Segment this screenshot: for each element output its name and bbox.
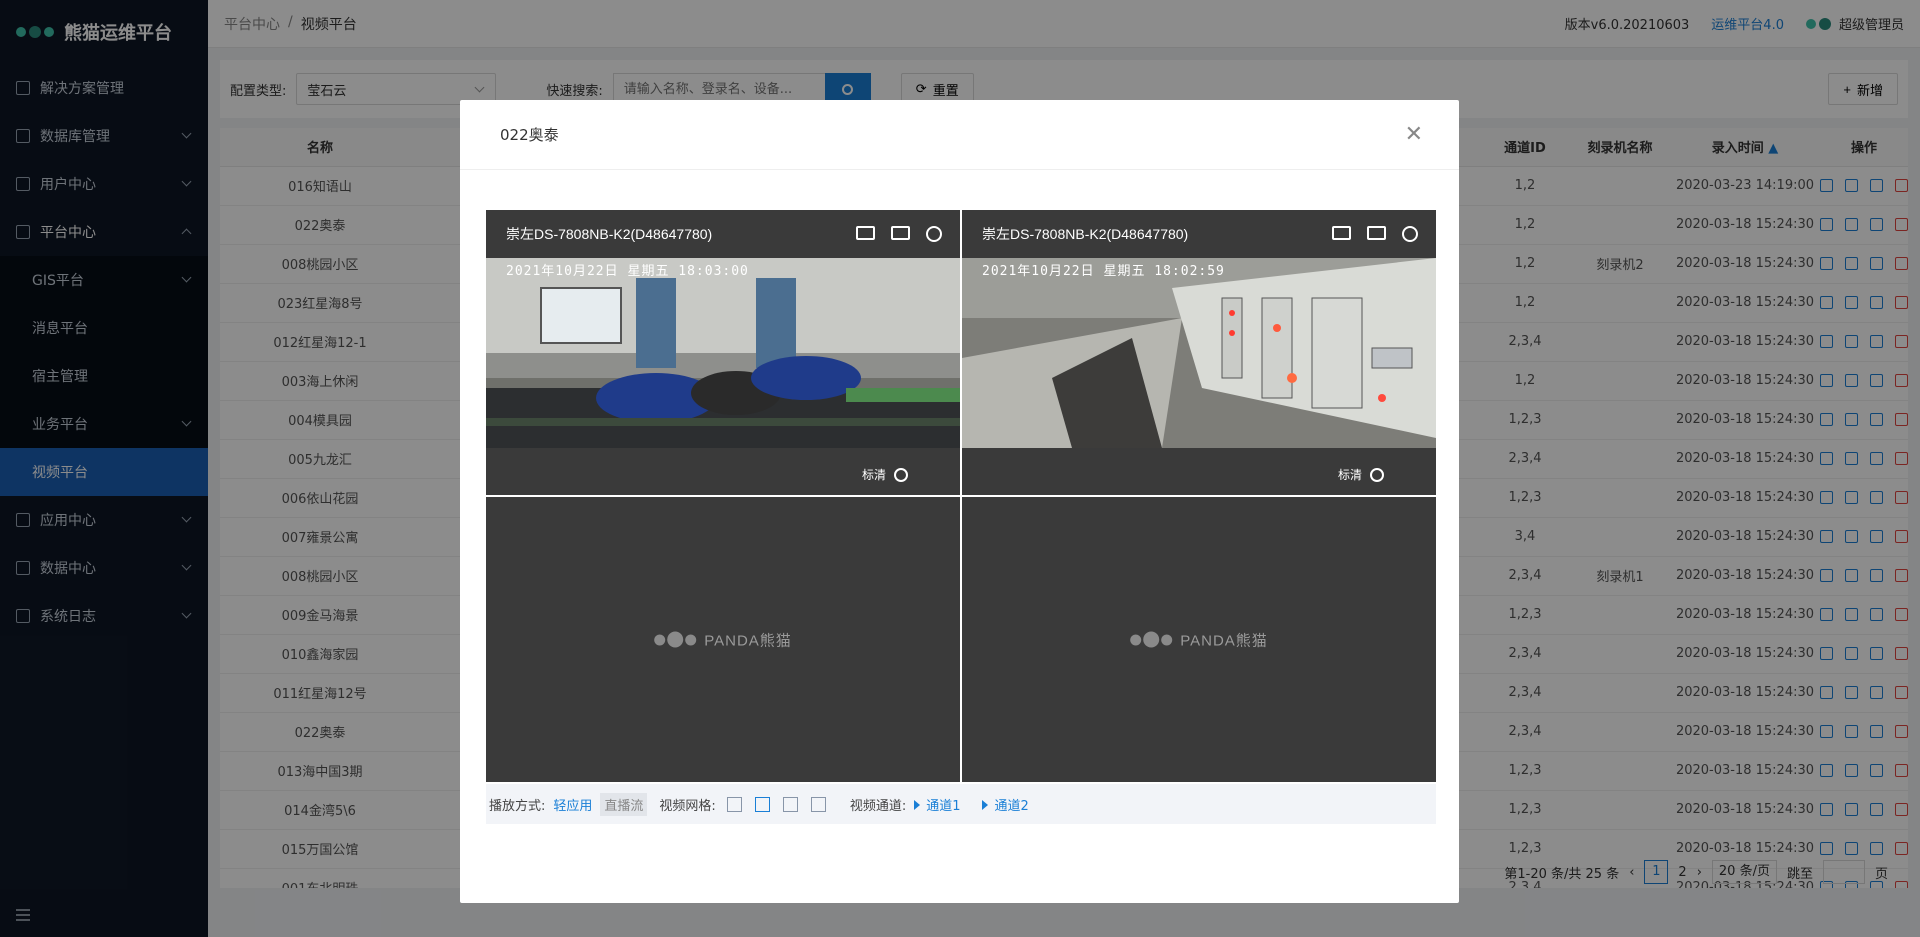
- camera-name: 崇左DS-7808NB-K2(D48647780): [982, 226, 1189, 242]
- play-mode-label: 播放方式:: [489, 798, 546, 814]
- play-icon: [914, 799, 921, 810]
- grid-3x3-icon[interactable]: [780, 793, 802, 815]
- video-record-icon[interactable]: [1367, 226, 1386, 240]
- grid-4x4-icon[interactable]: [808, 793, 830, 815]
- panda-logo-icon: [654, 631, 697, 648]
- video-grid: 崇左DS-7808NB-K2(D48647780) 2021年10月22日 星期…: [486, 210, 1436, 784]
- video-frame[interactable]: 2021年10月22日 星期五 18:02:59: [962, 258, 1436, 448]
- camera-name: 崇左DS-7808NB-K2(D48647780): [506, 226, 713, 242]
- quality-switch[interactable]: 标清: [862, 466, 908, 483]
- panda-placeholder: PANDA熊猫: [1130, 629, 1268, 650]
- modal-title: 022奥泰: [500, 126, 559, 144]
- close-icon[interactable]: ✕: [1405, 122, 1423, 147]
- placeholder-text: PANDA熊猫: [1180, 632, 1268, 649]
- channel-label: 视频通道:: [849, 798, 907, 814]
- video-timestamp: 2021年10月22日 星期五 18:02:59: [982, 264, 1225, 279]
- grid-label: 视频网格:: [659, 798, 716, 814]
- play-mode-live[interactable]: 直播流: [600, 792, 648, 816]
- channel-1[interactable]: 通道1: [914, 795, 960, 814]
- play-icon: [982, 799, 989, 810]
- modal-header: 022奥泰: [460, 100, 1459, 170]
- channel-2[interactable]: 通道2: [982, 795, 1029, 814]
- video-toolbar: [1332, 226, 1418, 242]
- replay-icon: [894, 467, 908, 482]
- video-frame[interactable]: 2021年10月22日 星期五 18:03:00: [486, 258, 960, 448]
- panda-placeholder: PANDA熊猫: [654, 629, 792, 650]
- pump-room-image: [486, 258, 960, 448]
- video-cell-4[interactable]: PANDA熊猫: [962, 497, 1436, 782]
- zoom-icon[interactable]: [926, 226, 942, 242]
- grid-2x2-icon[interactable]: [752, 793, 774, 815]
- quality-switch[interactable]: 标清: [1338, 466, 1384, 483]
- app-root: 熊猫运维平台 解决方案管理 数据库管理 用户中心 平台中心 GIS平台 消息平台…: [0, 0, 1920, 937]
- replay-icon: [1370, 467, 1384, 482]
- placeholder-text: PANDA熊猫: [704, 632, 792, 649]
- camera-icon[interactable]: [856, 226, 875, 240]
- video-toolbar: [856, 226, 942, 242]
- channel-1-label: 通道1: [926, 798, 961, 814]
- play-mode-light[interactable]: 轻应用: [553, 795, 592, 814]
- quality-label: 标清: [861, 468, 886, 482]
- video-modal: 022奥泰 ✕ 崇左DS-7808NB-K2(D48647780) 2021年1…: [460, 100, 1459, 903]
- grid-options: [724, 793, 830, 815]
- video-cell-1[interactable]: 崇左DS-7808NB-K2(D48647780) 2021年10月22日 星期…: [486, 210, 960, 495]
- video-record-icon[interactable]: [891, 226, 910, 240]
- zoom-icon[interactable]: [1402, 226, 1418, 242]
- panda-logo-icon: [1130, 631, 1173, 648]
- switch-room-image: [962, 258, 1436, 448]
- quality-label: 标清: [1337, 468, 1362, 482]
- video-timestamp: 2021年10月22日 星期五 18:03:00: [506, 264, 749, 279]
- player-controls: 播放方式: 轻应用 直播流 视频网格: 视频通道: 通道1 通道2: [486, 784, 1436, 824]
- channel-2-label: 通道2: [994, 798, 1029, 814]
- video-cell-2[interactable]: 崇左DS-7808NB-K2(D48647780) 2021年10月22日 星期…: [962, 210, 1436, 495]
- video-cell-3[interactable]: PANDA熊猫: [486, 497, 960, 782]
- grid-1x1-icon[interactable]: [724, 793, 746, 815]
- camera-icon[interactable]: [1332, 226, 1351, 240]
